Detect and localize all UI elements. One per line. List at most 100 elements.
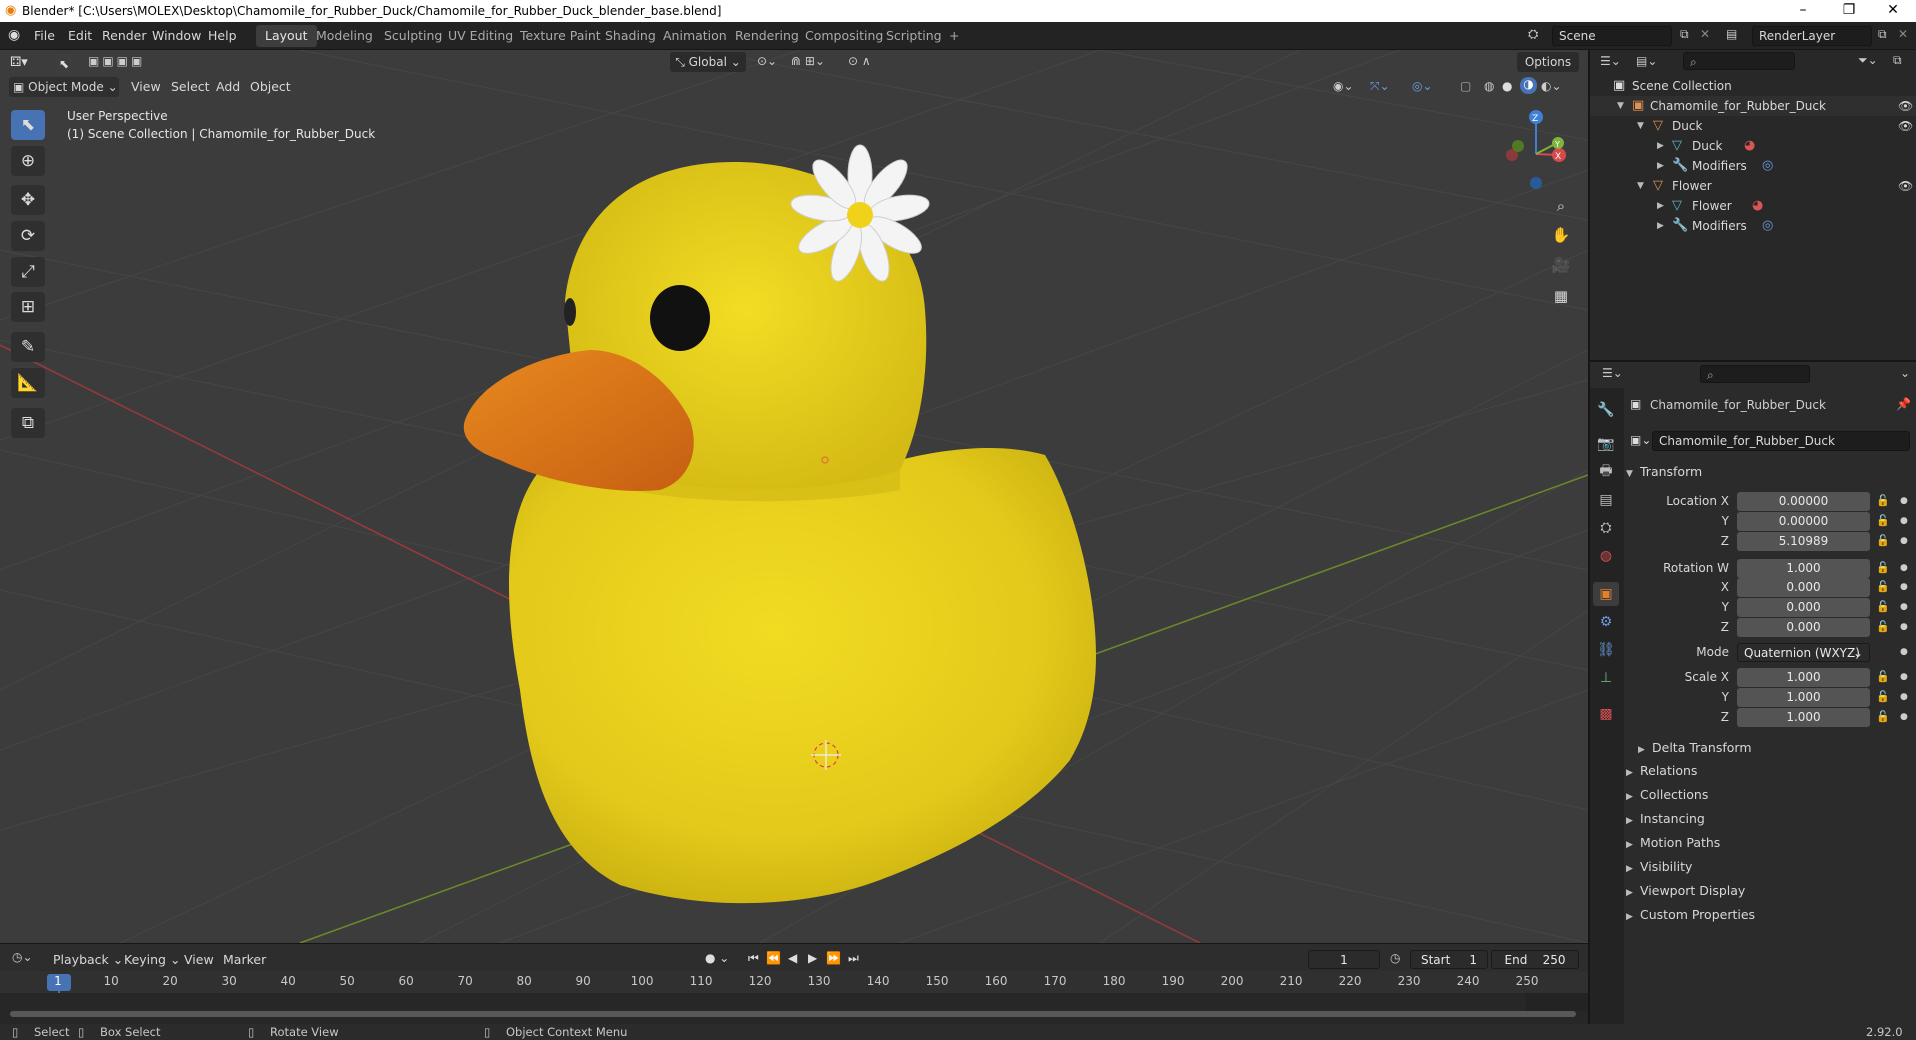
eye-icon[interactable]: 👁 <box>1898 119 1913 133</box>
lock-icon[interactable]: 🔓 <box>1876 534 1890 547</box>
tab-uv-editing[interactable]: UV Editing <box>439 25 522 47</box>
chevron-down-icon[interactable]: ⌄ <box>1900 366 1910 380</box>
menu-window[interactable]: Window <box>145 27 208 45</box>
object-datablock-icon[interactable]: ▣⌄ <box>1630 433 1651 447</box>
timeline-menu-playback[interactable]: Playback ⌄ <box>48 950 128 970</box>
snap-icon[interactable]: ⋒ ⊞⌄ <box>791 54 825 68</box>
keyframe-dot-icon[interactable]: ● <box>1900 692 1908 702</box>
constraint-tab-icon[interactable]: ⛓ <box>1593 638 1619 662</box>
blender-menu-icon[interactable]: ◉ <box>8 27 20 43</box>
maximize-button[interactable]: ❐ <box>1826 0 1872 22</box>
tool-tab-icon[interactable]: 🔧 <box>1593 398 1619 422</box>
tab-modeling[interactable]: Modeling <box>307 25 382 47</box>
outliner-search-input[interactable]: ⌕ <box>1683 52 1795 70</box>
annotate-tool-icon[interactable]: ✎ <box>11 332 45 362</box>
delete-scene-icon[interactable]: ✕ <box>1700 27 1710 41</box>
next-keyframe-icon[interactable]: ⏩ <box>826 951 841 965</box>
move-tool-icon[interactable]: ✥ <box>11 185 45 215</box>
visibility-icon[interactable]: ◉⌄ <box>1333 79 1354 93</box>
outliner-display-mode-icon[interactable]: ▤⌄ <box>1636 54 1657 68</box>
camera-view-icon[interactable]: 🎥 <box>1548 252 1574 278</box>
keyframe-dot-icon[interactable]: ● <box>1900 647 1908 657</box>
viewport-display-panel[interactable]: ▶ Viewport Display <box>1626 880 1745 902</box>
scale-tool-icon[interactable]: ⤢ <box>11 257 45 287</box>
object-tab-icon[interactable]: ▣ <box>1593 582 1619 606</box>
lock-icon[interactable]: 🔓 <box>1876 620 1890 633</box>
render-tab-icon[interactable]: 📷 <box>1593 432 1619 456</box>
rotate-tool-icon[interactable]: ⟳ <box>11 221 45 251</box>
3d-viewport[interactable]: Z X Y <box>0 50 1588 943</box>
duck-body[interactable] <box>508 448 1096 904</box>
end-frame-field[interactable]: End 250 <box>1491 950 1579 969</box>
viewport-menu-view[interactable]: View <box>126 77 166 97</box>
expand-arrow-icon[interactable]: ▶ <box>1657 196 1664 216</box>
keyframe-dot-icon[interactable]: ● <box>1900 516 1908 526</box>
instancing-panel[interactable]: ▶ Instancing <box>1626 808 1705 830</box>
modifier-tab-icon[interactable]: ⚙ <box>1593 610 1619 634</box>
tab-texture-paint[interactable]: Texture Paint <box>511 25 610 47</box>
expand-arrow-icon[interactable]: ▶ <box>1657 136 1664 156</box>
start-frame-field[interactable]: Start 1 <box>1410 950 1488 969</box>
play-icon[interactable]: ▶ <box>808 951 817 965</box>
scene-field[interactable]: Scene <box>1552 26 1672 46</box>
play-reverse-icon[interactable]: ◀ <box>788 951 797 965</box>
shading-material-icon[interactable]: ◑ <box>1520 77 1537 94</box>
cursor-tool-icon[interactable]: ⊕ <box>11 146 45 176</box>
jump-start-icon[interactable]: ⏮ <box>748 951 759 966</box>
timeline-menu-keying[interactable]: Keying ⌄ <box>119 950 185 970</box>
properties-editor-icon[interactable]: ☰⌄ <box>1602 366 1623 380</box>
object-data-tab-icon[interactable]: ⊥ <box>1593 666 1619 690</box>
keyframe-dot-icon[interactable]: ● <box>1900 496 1908 506</box>
motion-paths-panel[interactable]: ▶ Motion Paths <box>1626 832 1720 854</box>
add-cube-tool-icon[interactable]: ⧉ <box>11 408 45 438</box>
options-dropdown[interactable]: Options <box>1517 52 1579 72</box>
shading-wireframe-icon[interactable]: ◍ <box>1484 79 1494 93</box>
close-button[interactable]: ✕ <box>1870 0 1916 22</box>
render-layer-field[interactable]: RenderLayer <box>1752 26 1872 46</box>
menu-edit[interactable]: Edit <box>61 27 99 45</box>
expand-arrow-icon[interactable]: ▶ <box>1657 216 1664 236</box>
gizmo-toggle-icon[interactable]: ⤧⌄ <box>1370 79 1390 94</box>
lock-icon[interactable]: 🔓 <box>1876 580 1890 593</box>
outliner-editor-icon[interactable]: ☰⌄ <box>1600 54 1621 68</box>
overlay-toggle-icon[interactable]: ◎⌄ <box>1412 79 1433 93</box>
output-tab-icon[interactable]: 🖶 <box>1593 460 1619 484</box>
relations-panel[interactable]: ▶ Relations <box>1626 760 1697 782</box>
visibility-panel[interactable]: ▶ Visibility <box>1626 856 1692 878</box>
add-workspace-button[interactable]: + <box>940 25 968 47</box>
current-frame-field[interactable]: 1 <box>1308 950 1380 969</box>
rotation-y-field[interactable]: 0.000 <box>1737 598 1870 617</box>
pan-hand-icon[interactable]: ✋ <box>1548 222 1574 248</box>
viewport-menu-object[interactable]: Object <box>245 77 296 97</box>
editor-type-icon[interactable]: ⚃▾ <box>10 55 28 70</box>
keyframe-dot-icon[interactable]: ● <box>1900 712 1908 722</box>
render-layer-icon[interactable]: ▤ <box>1726 27 1737 41</box>
location-y-field[interactable]: 0.00000 <box>1737 512 1870 531</box>
outliner-item-flower[interactable]: ▼ ▽ Flower <box>1590 176 1916 196</box>
record-icon[interactable]: ● ⌄ <box>705 951 729 965</box>
viewport-menu-select[interactable]: Select <box>166 77 215 97</box>
measure-tool-icon[interactable]: 📐 <box>11 368 45 398</box>
world-tab-icon[interactable]: ◍ <box>1593 544 1619 568</box>
shading-rendered-icon[interactable]: ◐⌄ <box>1541 79 1562 93</box>
outliner-item-duck-modifiers[interactable]: ▶ 🔧 Modifiers ◎ <box>1590 156 1916 176</box>
custom-properties-panel[interactable]: ▶ Custom Properties <box>1626 904 1755 926</box>
select-tool-icon[interactable]: ⬉ <box>54 54 74 74</box>
tab-animation[interactable]: Animation <box>654 25 736 47</box>
new-render-layer-icon[interactable]: ⧉ <box>1878 27 1887 42</box>
keyframe-dot-icon[interactable]: ● <box>1900 563 1908 573</box>
scene-icon[interactable]: ⛭ <box>1528 27 1538 42</box>
collections-panel[interactable]: ▶ Collections <box>1626 784 1708 806</box>
transform-panel-header[interactable]: ▼ Transform <box>1626 461 1702 483</box>
scale-x-field[interactable]: 1.000 <box>1737 668 1870 687</box>
pivot-icon[interactable]: ⊙⌄ <box>757 54 777 68</box>
lock-icon[interactable]: 🔓 <box>1876 670 1890 683</box>
keyframe-dot-icon[interactable]: ● <box>1900 582 1908 592</box>
scale-y-field[interactable]: 1.000 <box>1737 688 1870 707</box>
keyframe-dot-icon[interactable]: ● <box>1900 672 1908 682</box>
minimize-button[interactable]: – <box>1780 0 1826 22</box>
proportional-edit-icon[interactable]: ⊙ ∧ <box>848 54 871 68</box>
lock-icon[interactable]: 🔓 <box>1876 514 1890 527</box>
transform-orientation-dropdown[interactable]: ⤡ Global ⌄ <box>670 52 746 72</box>
expand-arrow-icon[interactable]: ▼ <box>1637 176 1644 196</box>
